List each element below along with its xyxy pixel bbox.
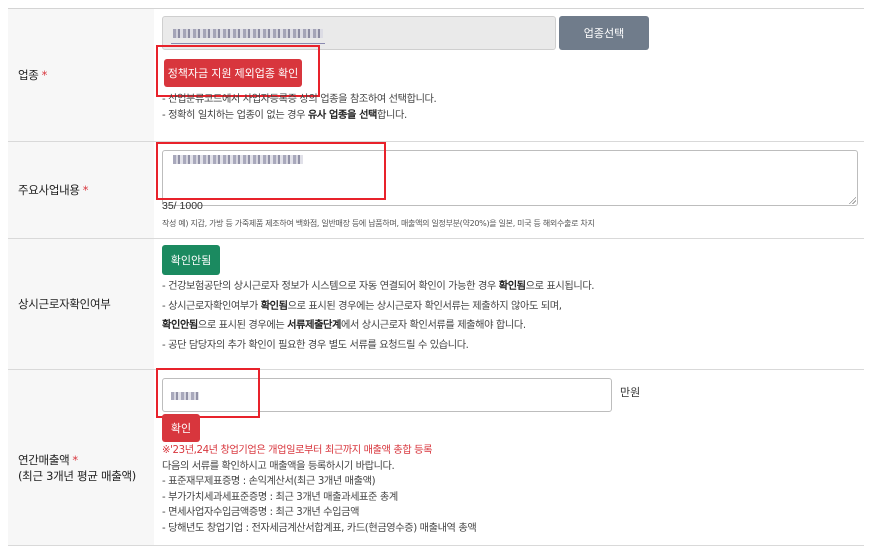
sales-confirm-button[interactable]: 확인 (162, 414, 200, 442)
business-example: 작성 예) 지갑, 가방 등 가죽제품 제조하여 백화점, 일반매장 등에 납품… (162, 219, 595, 228)
worker-status-button[interactable]: 확인안됨 (162, 245, 220, 275)
highlight-box (156, 142, 386, 200)
worker-guide-1: - 건강보험공단의 상시근로자 정보가 시스템으로 자동 연결되어 확인이 가능… (162, 281, 595, 292)
required-mark: * (82, 183, 89, 197)
industry-row: 업종 * 업종선택 정책자금 지원 제외업종 확인 - 산업분류코드에서 사업자등… (8, 9, 864, 142)
worker-guide-4: - 공단 담당자의 추가 확인이 필요한 경우 별도 서류를 요청드릴 수 있습… (162, 339, 469, 351)
company-info-form: 업종 * 업종선택 정책자금 지원 제외업종 확인 - 산업분류코드에서 사업자등… (8, 8, 864, 546)
worker-row: 상시근로자확인여부 확인안됨 - 건강보험공단의 상시근로자 정보가 시스템으로… (8, 239, 864, 370)
industry-label: 업종 * (8, 9, 154, 141)
required-mark: * (72, 452, 78, 467)
sales-note: 다음의 서류를 확인하시고 매출액을 등록하시기 바랍니다. (162, 460, 395, 472)
redacted-text (173, 29, 323, 38)
business-row: 주요사업내용 * 35/ 1000 작성 예) 지갑, 가방 등 가죽제품 제조하… (8, 142, 864, 239)
sales-row: 연간매출액 * (최근 3개년 평균 매출액) 만원 확인 ※'23년,24년 창… (8, 368, 864, 546)
highlight-box (156, 45, 320, 97)
sales-label: 연간매출액 * (최근 3개년 평균 매출액) (8, 370, 154, 545)
industry-select-button[interactable]: 업종선택 (559, 16, 649, 50)
industry-guide-1: - 산업분류코드에서 사업자등록증 상의 업종을 참조하여 선택합니다. (162, 94, 437, 105)
highlight-box (156, 368, 260, 418)
resize-grip-icon[interactable] (848, 196, 856, 204)
industry-guide-2: - 정확히 일치하는 업종이 없는 경우 유사 업종을 선택합니다. (162, 110, 407, 121)
sales-doc-4: - 당해년도 창업기업 : 전자세금계산서합계표, 카드(현금영수증) 매출내역… (162, 522, 477, 534)
sales-doc-3: - 면세사업자수입금액증명 : 최근 3개년 수입금액 (162, 507, 360, 518)
worker-guide-2: - 상시근로자확인여부가 확인됨으로 표시된 경우에는 상시근로자 확인서류는 … (162, 300, 562, 312)
required-mark: * (41, 68, 48, 82)
worker-guide-3: 확인안됨으로 표시된 경우에는 서류제출단계에서 상시근로자 확인서류를 제출해… (162, 320, 526, 331)
business-label: 주요사업내용 * (8, 142, 154, 238)
worker-label: 상시근로자확인여부 (8, 239, 154, 369)
unit-label: 만원 (620, 386, 641, 399)
sales-doc-1: - 표준재무제표증명 : 손익계산서(최근 3개년 매출액) (162, 476, 376, 487)
sales-note-red: ※'23년,24년 창업기업은 개업일로부터 최근까지 매출액 총합 등록 (162, 445, 433, 456)
sales-doc-2: - 부가가치세과세표준증명 : 최근 3개년 매출과세표준 총계 (162, 491, 398, 503)
char-counter: 35/ 1000 (162, 200, 203, 212)
